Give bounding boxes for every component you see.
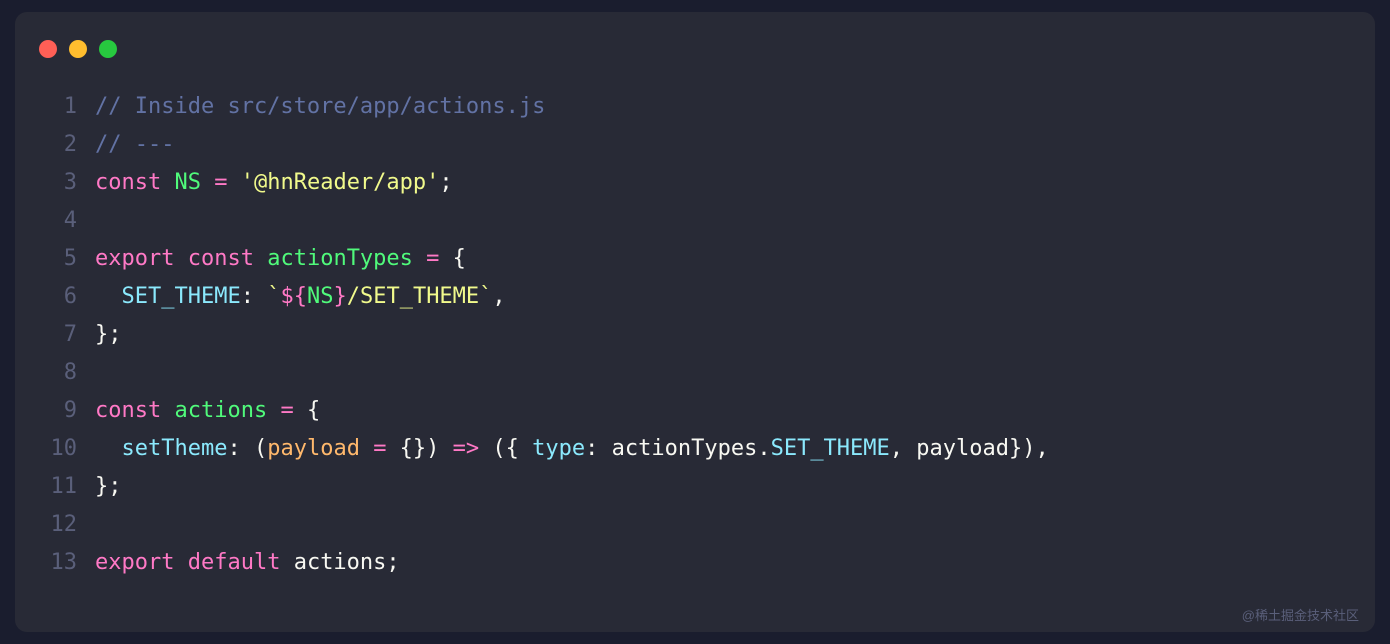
token-keyword: export bbox=[95, 246, 174, 271]
line-content: // --- bbox=[95, 126, 174, 164]
code-line: 1 // Inside src/store/app/actions.js bbox=[45, 88, 1345, 126]
token-keyword: const bbox=[188, 246, 254, 271]
line-content bbox=[95, 354, 108, 392]
line-content: }; bbox=[95, 468, 122, 506]
token-comment: // --- bbox=[95, 132, 174, 157]
token-plain bbox=[254, 246, 267, 271]
code-line: 11}; bbox=[45, 468, 1345, 506]
line-number: 8 bbox=[45, 354, 77, 392]
token-func-name: setTheme bbox=[122, 436, 228, 461]
code-line: 12 bbox=[45, 506, 1345, 544]
token-plain bbox=[267, 398, 280, 423]
token-plain: {}) bbox=[386, 436, 452, 461]
traffic-lights bbox=[15, 32, 1375, 78]
token-plain: }; bbox=[95, 322, 122, 347]
token-operator: = bbox=[373, 436, 386, 461]
code-line: 4 bbox=[45, 202, 1345, 240]
line-content: const actions = { bbox=[95, 392, 320, 430]
token-plain: , bbox=[492, 284, 505, 309]
line-content bbox=[95, 202, 108, 240]
token-plain: ; bbox=[439, 170, 452, 195]
line-number: 3 bbox=[45, 164, 77, 202]
close-icon[interactable] bbox=[39, 40, 57, 58]
token-keyword: default bbox=[188, 550, 281, 575]
token-variable: actionTypes bbox=[267, 246, 413, 271]
editor-window: 1 // Inside src/store/app/actions.js 2 // -… bbox=[15, 12, 1375, 632]
minimize-icon[interactable] bbox=[69, 40, 87, 58]
token-operator: = bbox=[214, 170, 227, 195]
line-content: setTheme: (payload = {}) => ({ type: act… bbox=[95, 430, 1049, 468]
token-plain bbox=[413, 246, 426, 271]
token-keyword: export bbox=[95, 550, 174, 575]
line-number: 12 bbox=[45, 506, 77, 544]
line-number: 1 bbox=[45, 88, 77, 126]
code-line: 6 SET_THEME: `${NS}/SET_THEME`, bbox=[45, 278, 1345, 316]
token-property: SET_THEME bbox=[122, 284, 241, 309]
token-template-expr: NS bbox=[307, 284, 334, 309]
token-plain: : actionTypes. bbox=[585, 436, 770, 461]
line-number: 7 bbox=[45, 316, 77, 354]
token-variable: actions bbox=[174, 398, 267, 423]
line-content: }; bbox=[95, 316, 122, 354]
token-comment: // Inside src/store/app/actions.js bbox=[95, 94, 545, 119]
line-number: 11 bbox=[45, 468, 77, 506]
token-arrow: => bbox=[453, 436, 480, 461]
token-plain bbox=[201, 170, 214, 195]
line-content: const NS = '@hnReader/app'; bbox=[95, 164, 453, 202]
line-content bbox=[95, 506, 108, 544]
token-plain bbox=[227, 170, 240, 195]
token-property: SET_THEME bbox=[771, 436, 890, 461]
line-content: // Inside src/store/app/actions.js bbox=[95, 88, 545, 126]
token-plain: { bbox=[294, 398, 321, 423]
token-plain bbox=[95, 436, 122, 461]
code-line: 8 bbox=[45, 354, 1345, 392]
line-content: export const actionTypes = { bbox=[95, 240, 466, 278]
line-content: export default actions; bbox=[95, 544, 400, 582]
token-plain bbox=[360, 436, 373, 461]
token-plain: ({ bbox=[479, 436, 532, 461]
line-number: 9 bbox=[45, 392, 77, 430]
token-operator: ${ bbox=[280, 284, 307, 309]
code-area: 1 // Inside src/store/app/actions.js 2 // -… bbox=[15, 78, 1375, 582]
line-content: SET_THEME: `${NS}/SET_THEME`, bbox=[95, 278, 506, 316]
token-plain: { bbox=[439, 246, 466, 271]
token-string: /SET_THEME` bbox=[347, 284, 493, 309]
line-number: 4 bbox=[45, 202, 77, 240]
token-property: type bbox=[532, 436, 585, 461]
token-keyword: const bbox=[95, 170, 161, 195]
code-line: 2 // --- bbox=[45, 126, 1345, 164]
line-number: 6 bbox=[45, 278, 77, 316]
token-variable: NS bbox=[174, 170, 201, 195]
token-plain bbox=[161, 398, 174, 423]
token-plain: actions; bbox=[280, 550, 399, 575]
token-operator: = bbox=[280, 398, 293, 423]
code-line: 3 const NS = '@hnReader/app'; bbox=[45, 164, 1345, 202]
code-line: 7}; bbox=[45, 316, 1345, 354]
token-param: payload bbox=[267, 436, 360, 461]
watermark: @稀土掘金技术社区 bbox=[1242, 605, 1359, 624]
line-number: 10 bbox=[45, 430, 77, 468]
token-keyword: const bbox=[95, 398, 161, 423]
token-plain: , payload}), bbox=[890, 436, 1049, 461]
token-plain: : bbox=[241, 284, 268, 309]
token-plain bbox=[174, 550, 187, 575]
code-line: 13 export default actions; bbox=[45, 544, 1345, 582]
token-plain bbox=[95, 284, 122, 309]
token-string: ` bbox=[267, 284, 280, 309]
token-plain bbox=[174, 246, 187, 271]
token-string: '@hnReader/app' bbox=[241, 170, 440, 195]
token-plain: }; bbox=[95, 474, 122, 499]
code-line: 10 setTheme: (payload = {}) => ({ type: … bbox=[45, 430, 1345, 468]
token-plain bbox=[161, 170, 174, 195]
code-line: 5 export const actionTypes = { bbox=[45, 240, 1345, 278]
token-operator: = bbox=[426, 246, 439, 271]
maximize-icon[interactable] bbox=[99, 40, 117, 58]
line-number: 2 bbox=[45, 126, 77, 164]
line-number: 5 bbox=[45, 240, 77, 278]
token-plain: : ( bbox=[227, 436, 267, 461]
token-operator: } bbox=[333, 284, 346, 309]
line-number: 13 bbox=[45, 544, 77, 582]
code-line: 9 const actions = { bbox=[45, 392, 1345, 430]
